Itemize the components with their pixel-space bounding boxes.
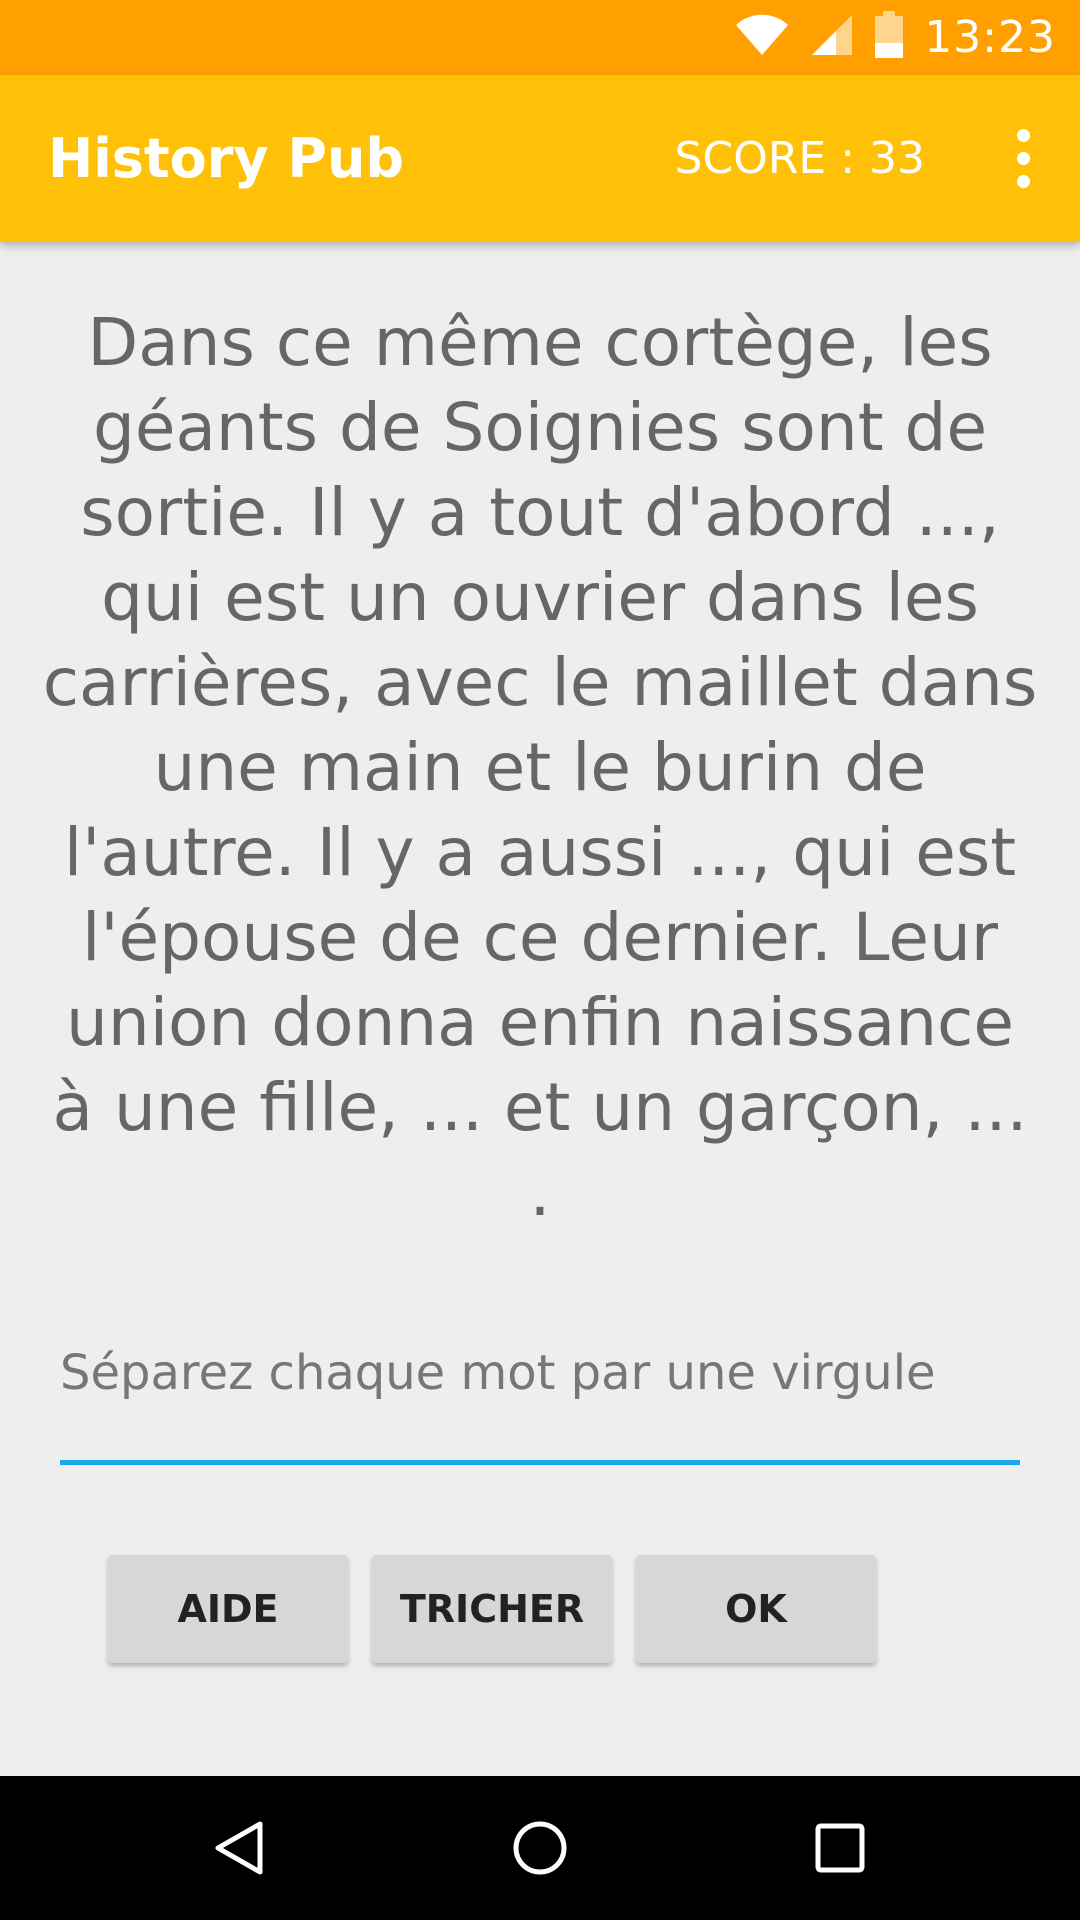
app-bar: History Pub SCORE : 33: [0, 75, 1080, 242]
status-time: 13:23: [924, 12, 1056, 63]
status-icons: 13:23: [734, 0, 1056, 75]
wifi-icon: [734, 13, 790, 62]
answer-input[interactable]: [60, 1290, 1020, 1456]
cheat-button[interactable]: TRICHER: [372, 1555, 612, 1663]
help-button[interactable]: AIDE: [108, 1555, 348, 1663]
signal-icon: [810, 13, 854, 62]
navigation-bar: [0, 1776, 1080, 1920]
back-icon[interactable]: [170, 1776, 310, 1920]
battery-icon: [874, 11, 904, 64]
recents-icon[interactable]: [770, 1776, 910, 1920]
score-label: SCORE : 33: [674, 133, 925, 184]
answer-field[interactable]: [60, 1290, 1020, 1464]
home-icon[interactable]: [470, 1776, 610, 1920]
overflow-menu-icon[interactable]: [988, 115, 1058, 202]
answer-underline: [60, 1460, 1020, 1465]
question-text: Dans ce même cortège, les géants de Soig…: [42, 304, 1038, 1231]
ok-button[interactable]: OK: [636, 1555, 876, 1663]
status-bar: 13:23: [0, 0, 1080, 75]
app-title: History Pub: [48, 127, 405, 190]
